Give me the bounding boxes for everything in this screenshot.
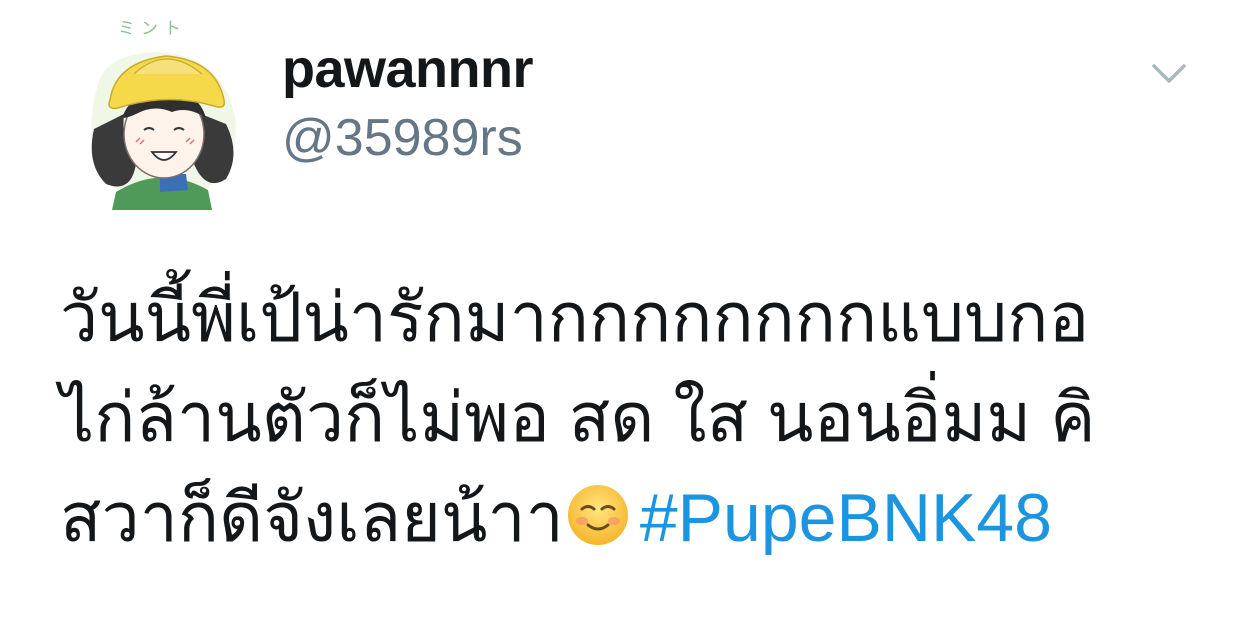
display-name[interactable]: pawannnr: [282, 38, 534, 100]
tweet-text-line-last: สวาก็ดีจังเลยน้าา #PupeBNK48: [60, 468, 1210, 568]
tweet-text-segment: สวาก็ดีจังเลยน้าา: [60, 480, 564, 556]
tweet-text-line: ไก่ล้านตัวก็ไม่พอ สด ใส นอนอิ่มม คิ: [60, 380, 1096, 456]
chevron-down-icon[interactable]: [1148, 56, 1190, 90]
hashtag-link[interactable]: #PupeBNK48: [640, 480, 1052, 556]
tweet-text-line: วันนี้พี่เป้น่ารักมากกกกกกกกแบบกอ: [60, 280, 1090, 356]
avatar-caption: ミント: [118, 19, 187, 39]
user-avatar[interactable]: ミント: [76, 14, 248, 210]
smiling-face-emoji-icon: [567, 485, 628, 545]
user-handle[interactable]: @35989rs: [282, 108, 523, 168]
tweet-card: ミント pawannnr @35989rs วันนี้พี่เป้น่ารัก…: [0, 0, 1242, 624]
tweet-text: วันนี้พี่เป้น่ารักมากกกกกกกกแบบกอ ไก่ล้า…: [60, 268, 1210, 568]
